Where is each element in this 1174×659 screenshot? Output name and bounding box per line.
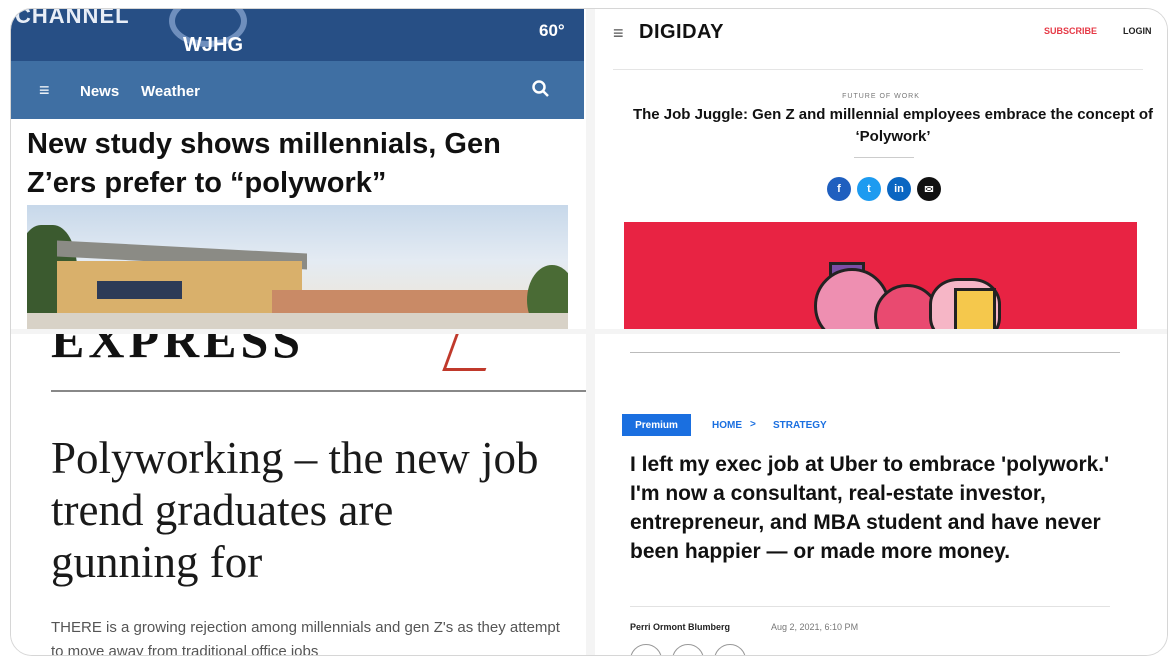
wjhg-header: CHANNEL WJHG 60° (11, 9, 584, 61)
share-buttons: f t in ✉ (827, 177, 941, 201)
email-share-icon[interactable]: ✉ (672, 644, 704, 655)
subscribe-link[interactable]: SUBSCRIBE (1044, 26, 1097, 36)
twitter-share-icon[interactable]: t (857, 177, 881, 201)
digiday-headline: The Job Juggle: Gen Z and millennial emp… (632, 106, 1154, 145)
temperature-readout[interactable]: 60° (539, 21, 565, 41)
article-photo (27, 205, 568, 329)
tile-separator (11, 329, 1167, 334)
breadcrumb-strategy[interactable]: STRATEGY (773, 420, 827, 431)
insider-article-tile: Premium HOME > STRATEGY I left my exec j… (595, 334, 1167, 655)
express-headline: Polyworking – the new job trend graduate… (51, 433, 539, 587)
linkedin-share-icon[interactable]: in (887, 177, 911, 201)
wjhg-headline[interactable]: New study shows millennials, Gen Z’ers p… (27, 125, 567, 203)
nav-weather-link[interactable]: Weather (141, 83, 200, 100)
nav-news-link[interactable]: News (80, 83, 119, 100)
breadcrumb-home[interactable]: HOME (712, 420, 742, 431)
collage-frame: CHANNEL WJHG 60° ≡ News Weather New stud… (10, 8, 1168, 656)
search-icon[interactable] (531, 79, 551, 99)
top-rule (630, 352, 1120, 353)
byline-rule (630, 606, 1110, 607)
hamburger-menu-icon[interactable]: ≡ (613, 23, 624, 44)
breadcrumb-separator: > (750, 419, 756, 430)
facebook-share-icon[interactable]: f (630, 644, 662, 655)
digiday-logo[interactable]: DIGIDAY (639, 21, 724, 44)
express-body-text: THERE is a growing rejection among mille… (51, 619, 560, 655)
crest-icon (442, 334, 499, 371)
share-buttons: f ✉ ↗ (630, 644, 746, 655)
premium-badge[interactable]: Premium (622, 414, 691, 436)
headline-rule (854, 157, 914, 158)
express-article-tile: EXPRESS Polyworking – the new job trend … (11, 334, 586, 655)
wjhg-nav-bar: ≡ News Weather (11, 61, 584, 119)
station-logo[interactable]: WJHG (183, 34, 243, 57)
share-icon[interactable]: ↗ (714, 644, 746, 655)
hero-illustration (624, 222, 1137, 329)
express-masthead[interactable]: EXPRESS (51, 334, 304, 369)
email-share-icon[interactable]: ✉ (917, 177, 941, 201)
login-link[interactable]: LOGIN (1123, 26, 1152, 36)
insider-headline: I left my exec job at Uber to embrace 'p… (630, 453, 1110, 563)
wjhg-article-tile: CHANNEL WJHG 60° ≡ News Weather New stud… (11, 9, 584, 329)
channel-wordmark: CHANNEL (15, 9, 130, 28)
hamburger-menu-icon[interactable]: ≡ (39, 80, 50, 101)
facebook-share-icon[interactable]: f (827, 177, 851, 201)
publish-date: Aug 2, 2021, 6:10 PM (771, 622, 859, 632)
header-divider (613, 69, 1143, 70)
section-kicker[interactable]: FUTURE OF WORK (595, 93, 1167, 100)
masthead-rule (51, 390, 586, 392)
digiday-article-tile: ≡ DIGIDAY SUBSCRIBE LOGIN FUTURE OF WORK… (595, 9, 1167, 329)
author-name[interactable]: Perri Ormont Blumberg (630, 622, 730, 632)
